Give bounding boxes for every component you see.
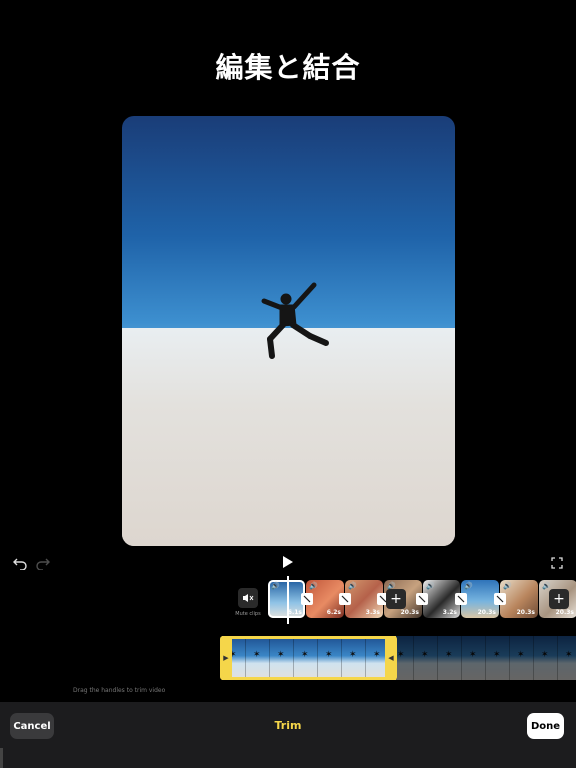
clip-duration: 20.3s xyxy=(400,609,419,616)
volume-icon: 🔊 xyxy=(348,582,357,590)
redo-icon[interactable] xyxy=(34,554,52,572)
mute-label: Mute clips xyxy=(235,611,261,617)
clip-duration: 3.3s xyxy=(365,609,380,616)
transition-icon[interactable] xyxy=(339,593,351,605)
volume-icon: 🔊 xyxy=(271,582,280,590)
toolbar-title: Trim xyxy=(274,719,302,732)
mute-icon[interactable] xyxy=(238,588,258,608)
add-clip-button[interactable]: + xyxy=(549,589,569,609)
volume-icon: 🔊 xyxy=(309,582,318,590)
clip-duration: 20.3s xyxy=(516,609,535,616)
add-transition-button[interactable]: + xyxy=(386,589,406,609)
volume-icon: 🔊 xyxy=(542,582,551,590)
trim-handle-right[interactable]: ◀ xyxy=(385,636,397,680)
transition-icon[interactable] xyxy=(301,593,313,605)
bottom-toolbar: Cancel Trim Done xyxy=(0,702,576,768)
trim-strip[interactable]: ✶ ✶ ✶ ✶ ✶ ✶ ✶ ✶ ✶ ✶ ✶ ✶ ✶ ✶ ✶ ▶ ◀ xyxy=(220,636,576,680)
clip-duration: 20.3s xyxy=(477,609,496,616)
play-icon[interactable] xyxy=(278,553,298,571)
volume-icon: 🔊 xyxy=(503,582,512,590)
edge-indicator xyxy=(0,748,3,768)
clip-duration: 6.2s xyxy=(326,609,341,616)
trim-hint: Drag the handles to trim video xyxy=(73,687,166,694)
mute-clips-control[interactable]: Mute clips xyxy=(230,588,266,622)
transition-icon[interactable] xyxy=(416,593,428,605)
clip-duration: 3.2s xyxy=(442,609,457,616)
clip-duration: 6.1s xyxy=(287,609,302,616)
video-preview[interactable] xyxy=(122,116,455,546)
trim-selection[interactable] xyxy=(222,636,396,680)
clip-strip[interactable]: 🔊 6.1s 🔊 6.2s 🔊 3.3s 🔊 20.3s + 🔊 3.2s 🔊 … xyxy=(268,580,576,618)
done-button[interactable]: Done xyxy=(527,713,564,739)
volume-icon: 🔊 xyxy=(464,582,473,590)
transition-icon[interactable] xyxy=(455,593,467,605)
undo-icon[interactable] xyxy=(11,554,29,572)
jumping-person-figure xyxy=(261,282,329,359)
page-title: 編集と結合 xyxy=(215,51,361,84)
transition-icon[interactable] xyxy=(494,593,506,605)
volume-icon: 🔊 xyxy=(426,582,435,590)
clip-duration: 20.3s xyxy=(555,609,574,616)
playhead[interactable] xyxy=(287,576,289,624)
fullscreen-icon[interactable] xyxy=(548,554,566,572)
trim-handle-left[interactable]: ▶ xyxy=(220,636,232,680)
trimmed-out-region xyxy=(396,636,576,680)
